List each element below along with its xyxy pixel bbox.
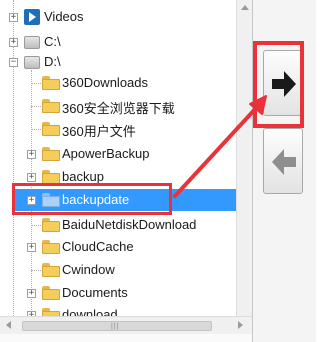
tree-item-label: D:\ bbox=[44, 54, 61, 69]
tree-item-label: download bbox=[62, 307, 118, 316]
tree-item-label: ApowerBackup bbox=[62, 146, 150, 161]
tree-item-label: BaiduNetdiskDownload bbox=[62, 217, 197, 232]
tree-item-cloudcache[interactable]: + CloudCache bbox=[0, 236, 236, 258]
tree-item-label: Videos bbox=[44, 9, 84, 24]
tree-line bbox=[31, 129, 41, 130]
folder-icon bbox=[42, 122, 60, 136]
tree-item-label: Cwindow bbox=[62, 262, 115, 277]
move-left-button[interactable] bbox=[263, 128, 303, 194]
folder-icon bbox=[42, 147, 60, 161]
grip-icon: ||| bbox=[111, 323, 120, 330]
tree-line bbox=[31, 106, 41, 107]
folder-icon bbox=[42, 240, 60, 254]
tree-item-documents[interactable]: + Documents bbox=[0, 282, 236, 304]
scroll-up-icon[interactable] bbox=[241, 5, 249, 10]
tree-item-apowerbackup[interactable]: + ApowerBackup bbox=[0, 143, 236, 165]
arrow-left-icon bbox=[272, 149, 296, 175]
expand-icon[interactable]: + bbox=[9, 13, 18, 22]
scroll-right-icon[interactable] bbox=[238, 321, 243, 329]
tree-item-360downloads[interactable]: 360Downloads bbox=[0, 72, 236, 94]
video-library-icon bbox=[24, 9, 40, 25]
bottom-edge bbox=[0, 334, 252, 342]
vertical-scrollbar[interactable] bbox=[236, 0, 252, 316]
folder-icon bbox=[42, 263, 60, 277]
tree-item-baidunetdiskdownload[interactable]: BaiduNetdiskDownload bbox=[0, 214, 236, 236]
folder-icon bbox=[42, 76, 60, 90]
tree-line bbox=[31, 225, 41, 226]
tree-item-label: 360用户文件 bbox=[62, 124, 136, 139]
tree-item-label: backup bbox=[62, 169, 104, 184]
folder-icon bbox=[42, 308, 60, 316]
selection-highlight-box bbox=[12, 183, 172, 215]
tree-item-label: CloudCache bbox=[62, 239, 134, 254]
tree-item-d-drive[interactable]: − D:\ bbox=[0, 51, 236, 73]
folder-tree: + Videos + C:\ − D:\ 360Downloads 360安全浏… bbox=[0, 0, 236, 316]
tree-line bbox=[31, 83, 41, 84]
collapse-icon[interactable]: − bbox=[9, 58, 18, 67]
expand-icon[interactable]: + bbox=[27, 150, 36, 159]
folder-icon bbox=[42, 170, 60, 184]
tree-item-videos[interactable]: + Videos bbox=[0, 6, 236, 28]
folder-icon bbox=[42, 218, 60, 232]
tree-item-label: Documents bbox=[62, 285, 128, 300]
expand-icon[interactable]: + bbox=[27, 243, 36, 252]
tree-line bbox=[31, 270, 41, 271]
tree-item-label: 360安全浏览器下载 bbox=[62, 101, 175, 116]
scroll-left-icon[interactable] bbox=[6, 321, 11, 329]
folder-icon bbox=[42, 99, 60, 113]
tree-item-label: C:\ bbox=[44, 34, 61, 49]
expand-icon[interactable]: + bbox=[9, 38, 18, 47]
tree-item-download[interactable]: + download bbox=[0, 304, 236, 316]
drive-icon bbox=[24, 36, 40, 49]
tree-item-360-browser-downloads[interactable]: 360安全浏览器下载 bbox=[0, 95, 236, 117]
button-highlight-box bbox=[253, 41, 304, 128]
tree-item-c-drive[interactable]: + C:\ bbox=[0, 31, 236, 53]
horizontal-scroll-thumb[interactable]: ||| bbox=[22, 321, 212, 331]
tree-item-label: 360Downloads bbox=[62, 75, 149, 90]
folder-icon bbox=[42, 286, 60, 300]
drive-icon bbox=[24, 56, 40, 69]
horizontal-scrollbar[interactable]: ||| bbox=[0, 316, 252, 334]
expand-icon[interactable]: + bbox=[27, 289, 36, 298]
tree-item-360-user-files[interactable]: 360用户文件 bbox=[0, 118, 236, 140]
expand-icon[interactable]: + bbox=[27, 173, 36, 182]
tree-item-cwindow[interactable]: Cwindow bbox=[0, 259, 236, 281]
